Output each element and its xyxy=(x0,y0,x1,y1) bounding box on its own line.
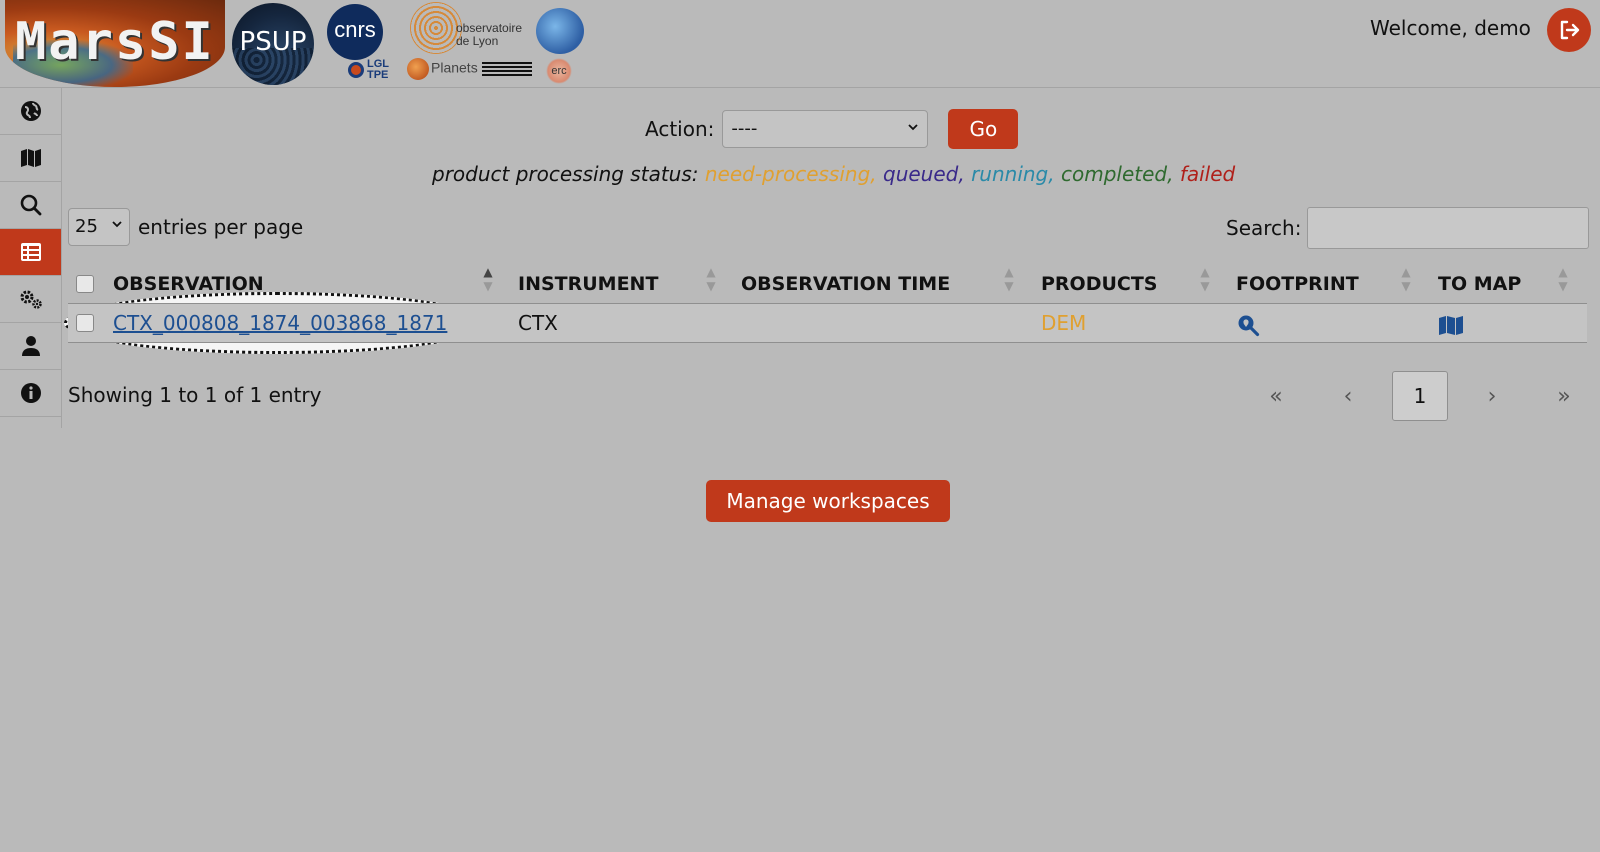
sidebar-item-settings[interactable] xyxy=(0,276,61,323)
earth-logo[interactable] xyxy=(536,8,584,54)
sort-to-map-icon[interactable]: ▲ ▼ xyxy=(1556,265,1570,293)
marssi-logo[interactable]: MarsSI xyxy=(5,0,225,87)
pagination-first[interactable]: « xyxy=(1240,384,1312,409)
search-location-icon xyxy=(1238,315,1260,336)
status-running: running, xyxy=(971,162,1055,186)
ens-lyon-logo[interactable] xyxy=(482,62,532,76)
column-header-observation[interactable]: OBSERVATION xyxy=(113,265,264,303)
info-icon xyxy=(20,383,41,403)
sort-products-icon[interactable]: ▲ ▼ xyxy=(1198,265,1212,293)
pagination: « ‹ 1 › » xyxy=(1240,371,1600,421)
planet-ball-icon xyxy=(407,58,429,80)
sidebar-item-user[interactable] xyxy=(0,323,61,370)
pagination-last[interactable]: » xyxy=(1528,384,1600,409)
instrument-cell: CTX xyxy=(518,311,558,335)
to-map-button[interactable] xyxy=(1438,304,1464,342)
table-header-row: OBSERVATION ▲ ▼ INSTRUMENT ▲ ▼ OBSERVATION… xyxy=(68,265,1587,304)
chevron-down-icon xyxy=(907,111,919,147)
column-header-observation-time[interactable]: OBSERVATION TIME xyxy=(741,265,950,303)
sort-instrument-icon[interactable]: ▲ ▼ xyxy=(704,265,718,293)
map-icon xyxy=(1439,315,1463,335)
sort-observation-time-icon[interactable]: ▲ ▼ xyxy=(1002,265,1016,293)
psup-logo[interactable]: PSUP xyxy=(232,3,314,85)
sidebar-item-globe[interactable] xyxy=(0,88,61,135)
table-row: CTX_000808_1874_003868_1871 CTX DEM xyxy=(68,304,1587,343)
sidebar-item-info[interactable] xyxy=(0,370,61,417)
list-icon xyxy=(20,243,41,261)
row-checkbox[interactable] xyxy=(76,314,94,332)
pagination-next[interactable]: › xyxy=(1456,384,1528,409)
column-header-to-map[interactable]: TO MAP xyxy=(1438,265,1521,303)
action-bar: Action: ---- Go xyxy=(645,108,1019,150)
logout-icon xyxy=(1560,20,1580,40)
entries-value: 25 xyxy=(75,216,98,237)
observation-link[interactable]: CTX_000808_1874_003868_1871 xyxy=(113,304,447,342)
action-selected-value: ---- xyxy=(731,118,758,139)
select-all-checkbox[interactable] xyxy=(76,275,94,293)
column-header-instrument[interactable]: INSTRUMENT xyxy=(518,265,658,303)
sidebar-item-list[interactable] xyxy=(0,229,61,276)
observatoire-logo-text: observatoire de Lyon xyxy=(456,22,522,48)
observatoire-logo[interactable] xyxy=(410,2,462,54)
cnrs-logo[interactable]: cnrs xyxy=(327,4,383,60)
table-info: Showing 1 to 1 of 1 entry xyxy=(68,383,322,407)
processing-status-legend: product processing status: need-processi… xyxy=(432,162,1235,186)
pagination-prev[interactable]: ‹ xyxy=(1312,384,1384,409)
column-header-footprint[interactable]: FOOTPRINT xyxy=(1236,265,1359,303)
sidebar-item-map[interactable] xyxy=(0,135,61,182)
logout-button[interactable] xyxy=(1547,8,1591,52)
footprint-button[interactable] xyxy=(1236,304,1260,342)
lgl-ring-icon xyxy=(348,62,364,78)
status-prefix: product processing status: xyxy=(432,162,699,186)
marssi-logo-text: MarsSI xyxy=(15,12,215,72)
tpe-text: TPE xyxy=(367,69,389,81)
search-icon xyxy=(20,194,41,216)
entries-select[interactable]: 25 xyxy=(68,208,130,246)
observatoire-line1: observatoire xyxy=(456,21,523,35)
pagination-current[interactable]: 1 xyxy=(1392,371,1448,421)
entries-label: entries per page xyxy=(138,215,304,239)
entries-per-page: 25 entries per page xyxy=(68,208,303,246)
sort-observation-icon[interactable]: ▲ ▼ xyxy=(481,265,495,293)
observation-id[interactable]: CTX_000808_1874_003868_1871 xyxy=(113,311,447,335)
gears-icon xyxy=(20,290,42,309)
user-icon xyxy=(21,336,40,356)
table-search: Search: xyxy=(1226,207,1590,249)
map-icon xyxy=(20,149,41,167)
status-need-processing: need-processing, xyxy=(704,162,877,186)
observations-table: OBSERVATION ▲ ▼ INSTRUMENT ▲ ▼ OBSERVATION… xyxy=(68,265,1587,343)
header: MarsSI PSUP cnrs LGL TPE observatoire de… xyxy=(0,0,1600,88)
action-select[interactable]: ---- xyxy=(722,110,929,148)
search-input[interactable] xyxy=(1307,207,1590,249)
sidebar xyxy=(0,88,62,428)
observatoire-line2: de Lyon xyxy=(456,34,499,48)
erc-logo[interactable]: erc xyxy=(546,58,572,84)
go-button[interactable]: Go xyxy=(948,109,1019,149)
globe-icon xyxy=(20,101,41,121)
action-label: Action: xyxy=(645,117,715,141)
welcome-text: Welcome, demo xyxy=(1370,16,1531,40)
column-header-products[interactable]: PRODUCTS xyxy=(1041,265,1158,303)
status-completed: completed, xyxy=(1060,162,1174,186)
lgl-tpe-logo[interactable]: LGL TPE xyxy=(348,59,389,81)
chevron-down-icon xyxy=(111,209,123,245)
status-failed: failed xyxy=(1179,162,1236,186)
sort-footprint-icon[interactable]: ▲ ▼ xyxy=(1399,265,1413,293)
search-label: Search: xyxy=(1226,216,1302,240)
manage-workspaces-button[interactable]: Manage workspaces xyxy=(706,480,950,522)
psup-logo-text: PSUP xyxy=(239,27,307,57)
sidebar-item-search[interactable] xyxy=(0,182,61,229)
planets-logo[interactable]: Planets xyxy=(407,58,478,80)
products-dem-link[interactable]: DEM xyxy=(1041,304,1086,342)
planets-logo-text: Planets xyxy=(431,59,478,76)
status-queued: queued, xyxy=(883,162,965,186)
